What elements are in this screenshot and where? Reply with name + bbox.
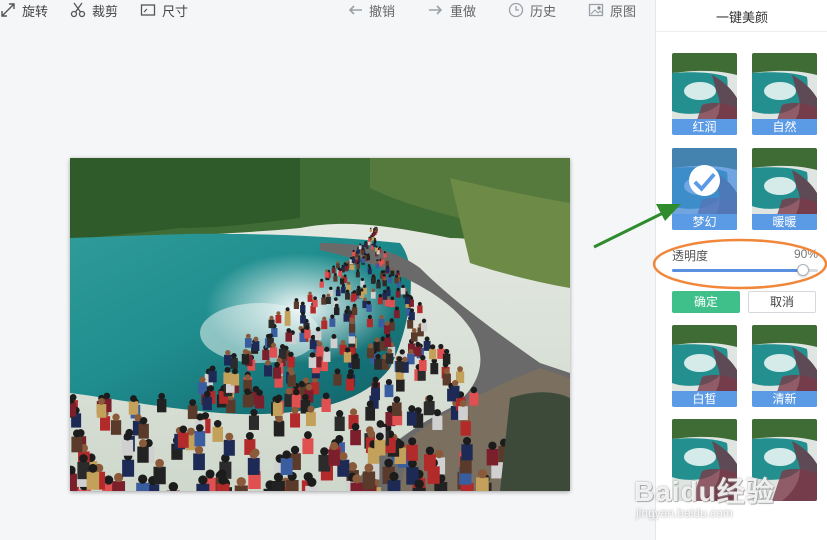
- redo-arrow-icon: [428, 2, 444, 18]
- filter-fresh-thumb[interactable]: 清新: [752, 325, 817, 407]
- opacity-slider[interactable]: [672, 264, 818, 276]
- undo-arrow-icon: [347, 2, 363, 18]
- filter-extra-1-thumb[interactable]: [672, 419, 737, 501]
- filter-red-thumb[interactable]: 红润: [672, 53, 737, 135]
- rotate-button[interactable]: 旋转: [0, 1, 48, 19]
- edited-photo: [70, 158, 570, 491]
- filter-label: 清新: [752, 391, 817, 407]
- undo-label: 撤销: [369, 3, 396, 19]
- filter-label: 红润: [672, 119, 737, 135]
- redo-button[interactable]: 重做: [428, 1, 476, 19]
- filter-label: 梦幻: [672, 214, 737, 230]
- scissors-icon: [70, 2, 86, 18]
- image-icon: [588, 2, 604, 18]
- confirm-button[interactable]: 确定: [672, 291, 740, 313]
- opacity-label: 透明度: [672, 249, 709, 263]
- clock-icon: [508, 2, 524, 18]
- undo-button[interactable]: 撤销: [347, 1, 395, 19]
- size-label: 尺寸: [162, 3, 189, 19]
- history-label: 历史: [530, 3, 557, 19]
- filter-label: 白皙: [672, 391, 737, 407]
- slider-knob[interactable]: [797, 264, 810, 276]
- filter-preview-image: [672, 419, 737, 501]
- opacity-value: 90%: [793, 247, 818, 261]
- filter-fair-thumb[interactable]: 白皙: [672, 325, 737, 407]
- filter-dream-thumb[interactable]: 梦幻: [672, 148, 737, 230]
- panel-title: 一键美颜: [715, 10, 768, 25]
- slider-fill: [672, 269, 804, 272]
- top-toolbar: 旋转 裁剪 尺寸 撤销 重做 历史 原图: [0, 0, 655, 22]
- filter-label: 暖暖: [752, 214, 817, 230]
- rotate-icon: [0, 2, 16, 18]
- filter-warm-thumb[interactable]: 暖暖: [752, 148, 817, 230]
- rotate-label: 旋转: [22, 3, 49, 19]
- filter-label: 自然: [752, 119, 817, 135]
- original-button[interactable]: 原图: [588, 1, 636, 19]
- resize-icon: [140, 2, 156, 18]
- filter-natural-thumb[interactable]: 自然: [752, 53, 817, 135]
- panel-divider: [656, 31, 827, 32]
- filter-preview-image: [752, 419, 817, 501]
- opacity-row: 透明度 90%: [672, 247, 818, 263]
- original-label: 原图: [610, 3, 637, 19]
- size-button[interactable]: 尺寸: [140, 1, 188, 19]
- crop-button[interactable]: 裁剪: [70, 1, 118, 19]
- history-button[interactable]: 历史: [508, 1, 556, 19]
- crop-label: 裁剪: [92, 3, 119, 19]
- redo-label: 重做: [450, 3, 477, 19]
- filter-extra-2-thumb[interactable]: [752, 419, 817, 501]
- check-icon: [689, 165, 720, 196]
- cancel-button[interactable]: 取消: [748, 291, 816, 313]
